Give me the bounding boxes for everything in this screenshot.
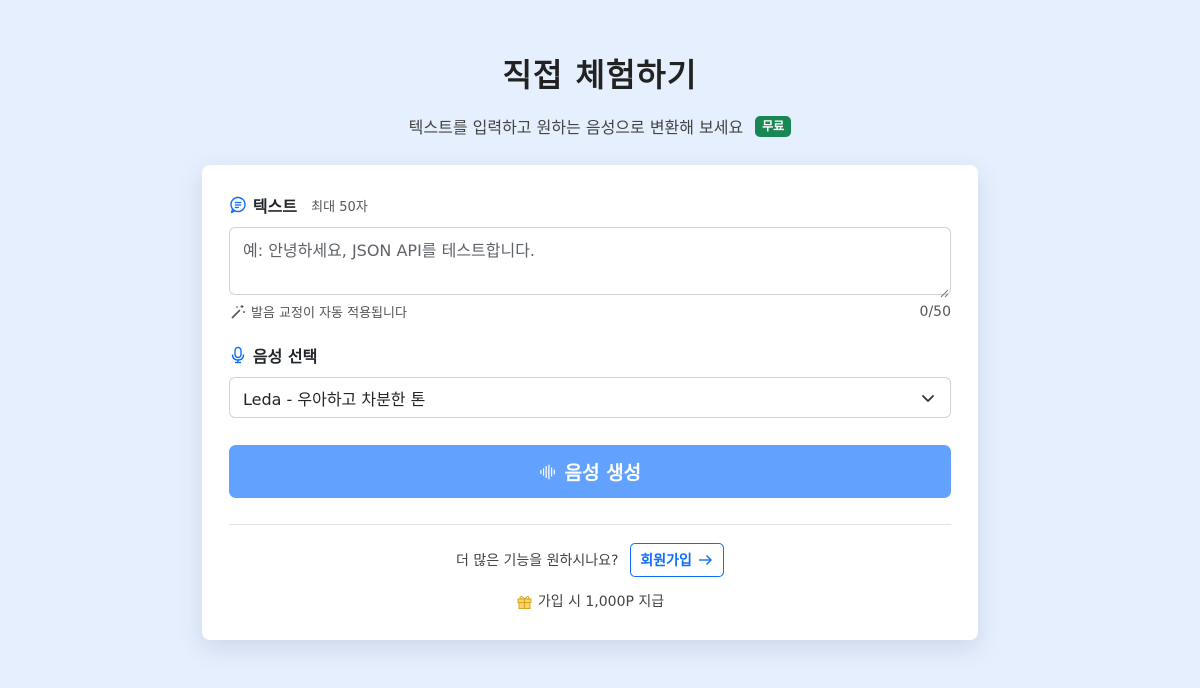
page-subtitle: 텍스트를 입력하고 원하는 음성으로 변환해 보세요 xyxy=(408,118,744,137)
signup-label: 회원가입 xyxy=(640,553,692,569)
signup-bonus-text: 가입 시 1,000P 지급 xyxy=(537,594,665,610)
voice-select[interactable]: Leda - 우아하고 차분한 톤 xyxy=(229,377,951,418)
chat-bubble-icon xyxy=(229,196,247,214)
demo-card: 텍스트 최대 50자 예: 안녕하세요, JSON API를 테스트합니다. 발… xyxy=(202,165,978,640)
text-label-row: 텍스트 최대 50자 xyxy=(229,193,368,217)
text-label: 텍스트 xyxy=(253,197,298,216)
text-input[interactable] xyxy=(229,227,951,295)
signup-button[interactable]: 회원가입 xyxy=(630,543,724,577)
resize-grip-icon[interactable] xyxy=(939,283,949,298)
generate-voice-button[interactable]: 음성 생성 xyxy=(229,445,951,498)
page-title: 직접 체험하기 xyxy=(502,56,698,94)
soundwave-icon xyxy=(539,463,557,481)
chevron-down-icon xyxy=(919,389,937,407)
text-max-hint: 최대 50자 xyxy=(311,199,368,215)
free-badge: 무료 xyxy=(755,115,792,137)
microphone-icon xyxy=(229,346,247,364)
magic-wand-icon xyxy=(229,303,247,321)
cta-question: 더 많은 기능을 원하시나요? xyxy=(456,553,619,569)
page: 직접 체험하기 텍스트를 입력하고 원하는 음성으로 변환해 보세요 무료 텍스… xyxy=(0,0,1200,688)
subtitle-row: 텍스트를 입력하고 원하는 음성으로 변환해 보세요 무료 xyxy=(0,114,1200,138)
correction-note: 발음 교정이 자동 적용됩니다 xyxy=(229,302,407,321)
gift-icon xyxy=(516,592,534,610)
signup-cta-row: 더 많은 기능을 원하시나요? 회원가입 xyxy=(202,543,978,577)
voice-select-value: Leda - 우아하고 차분한 톤 xyxy=(243,389,426,409)
voice-label-row: 음성 선택 xyxy=(229,343,317,367)
generate-voice-label: 음성 생성 xyxy=(564,462,642,484)
text-hint-row: 발음 교정이 자동 적용됩니다 0/50 xyxy=(229,302,951,321)
signup-bonus-row: 가입 시 1,000P 지급 xyxy=(202,591,978,611)
char-counter: 0/50 xyxy=(919,303,951,320)
voice-label: 음성 선택 xyxy=(253,347,318,366)
correction-note-text: 발음 교정이 자동 적용됩니다 xyxy=(251,306,407,321)
divider xyxy=(229,524,951,525)
arrow-right-icon xyxy=(696,551,714,569)
